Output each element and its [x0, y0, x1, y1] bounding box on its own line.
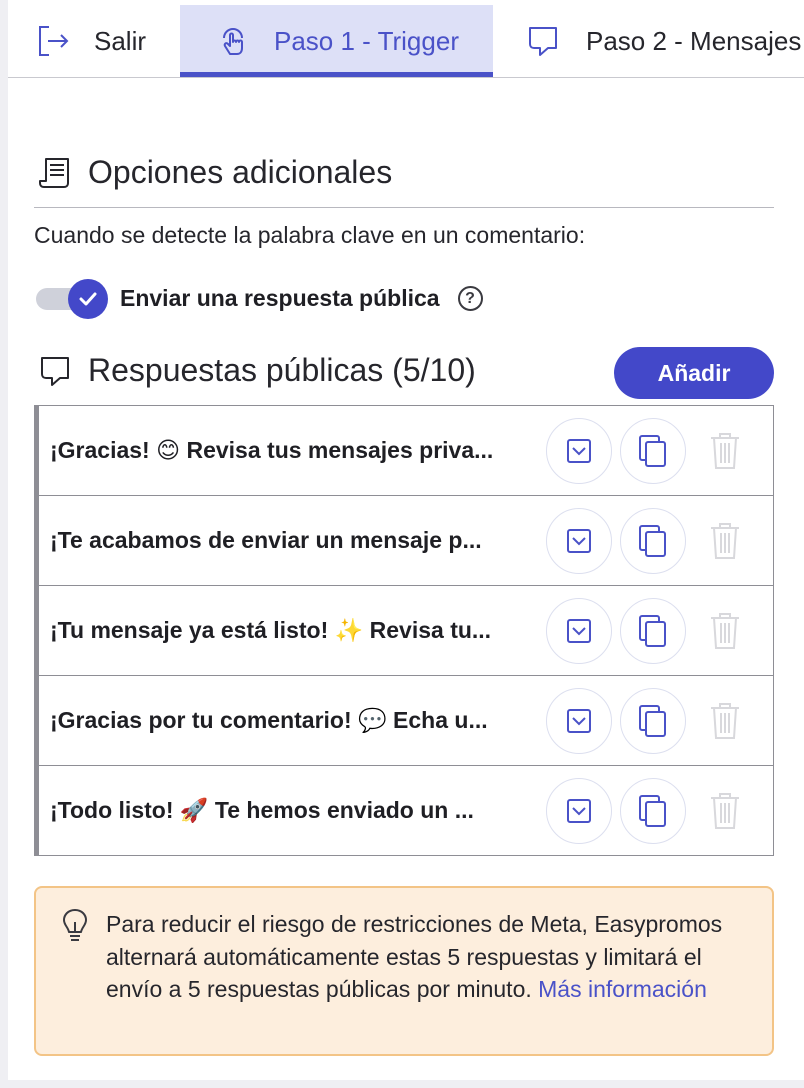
tab-exit[interactable]: Salir — [36, 5, 146, 77]
trash-icon[interactable] — [709, 432, 741, 475]
info-tip-text: Para reducir el riesgo de restricciones … — [106, 908, 756, 1006]
expand-button[interactable] — [546, 418, 612, 484]
trash-icon[interactable] — [709, 522, 741, 565]
expand-icon — [567, 709, 591, 733]
response-row[interactable]: ¡Gracias! 😊 Revisa tus mensajes priva... — [39, 406, 773, 496]
exit-icon — [39, 26, 69, 56]
trash-icon[interactable] — [709, 702, 741, 745]
copy-icon — [639, 615, 666, 647]
trigger-panel: Salir Paso 1 - Trigger Paso 2 - Mensajes… — [8, 0, 804, 1080]
toggle-knob — [68, 278, 108, 319]
expand-icon — [567, 799, 591, 823]
additional-options-heading: Opciones adicionales — [38, 154, 392, 191]
public-responses-title: Respuestas públicas (5/10) — [88, 352, 476, 388]
duplicate-button[interactable] — [620, 688, 686, 754]
trash-icon[interactable] — [709, 792, 741, 835]
responses-list: ¡Gracias! 😊 Revisa tus mensajes priva...… — [34, 405, 774, 856]
copy-icon — [639, 525, 666, 557]
copy-icon — [639, 795, 666, 827]
more-info-link[interactable]: Más información — [538, 976, 707, 1002]
duplicate-button[interactable] — [620, 598, 686, 664]
response-row[interactable]: ¡Gracias por tu comentario! 💬 Echa u... — [39, 676, 773, 766]
tab-messages-label: Paso 2 - Mensajes — [586, 25, 802, 56]
tab-exit-label: Salir — [94, 25, 147, 56]
duplicate-button[interactable] — [620, 418, 686, 484]
response-row[interactable]: ¡Tu mensaje ya está listo! ✨ Revisa tu..… — [39, 586, 773, 676]
expand-button[interactable] — [546, 778, 612, 844]
additional-options-title: Opciones adicionales — [88, 154, 393, 190]
copy-icon — [639, 705, 666, 737]
public-reply-toggle[interactable] — [36, 278, 108, 319]
touch-icon — [223, 28, 243, 55]
lightbulb-icon — [63, 909, 87, 941]
expand-button[interactable] — [546, 598, 612, 664]
public-responses-heading: Respuestas públicas (5/10) — [38, 352, 476, 389]
response-row[interactable]: ¡Todo listo! 🚀 Te hemos enviado un ... — [39, 766, 773, 855]
public-reply-setting: Enviar una respuesta pública ? — [36, 278, 483, 319]
tab-trigger[interactable]: Paso 1 - Trigger — [180, 5, 493, 77]
expand-icon — [567, 439, 591, 463]
response-text: ¡Te acabamos de enviar un mensaje p... — [50, 527, 482, 553]
expand-icon — [567, 619, 591, 643]
chat-bubble-icon — [41, 356, 69, 386]
keyword-description: Cuando se detecte la palabra clave en un… — [34, 222, 586, 248]
document-list-icon — [39, 157, 69, 188]
step-tabs: Salir Paso 1 - Trigger Paso 2 - Mensajes — [8, 0, 804, 78]
response-text: ¡Tu mensaje ya está listo! ✨ Revisa tu..… — [50, 617, 492, 643]
chat-bubble-icon — [529, 27, 557, 56]
response-text: ¡Todo listo! 🚀 Te hemos enviado un ... — [50, 797, 474, 823]
response-row[interactable]: ¡Te acabamos de enviar un mensaje p... — [39, 496, 773, 586]
copy-icon — [639, 435, 666, 467]
response-text: ¡Gracias! 😊 Revisa tus mensajes priva... — [50, 437, 494, 463]
info-tip: Para reducir el riesgo de restricciones … — [34, 886, 774, 1056]
help-icon[interactable]: ? — [457, 286, 483, 311]
expand-button[interactable] — [546, 688, 612, 754]
tab-messages[interactable]: Paso 2 - Mensajes — [526, 5, 801, 77]
add-response-button[interactable]: Añadir — [614, 347, 774, 399]
expand-button[interactable] — [546, 508, 612, 574]
expand-icon — [567, 529, 591, 553]
duplicate-button[interactable] — [620, 778, 686, 844]
response-text: ¡Gracias por tu comentario! 💬 Echa u... — [50, 707, 488, 733]
check-icon — [79, 292, 97, 305]
duplicate-button[interactable] — [620, 508, 686, 574]
trash-icon[interactable] — [709, 612, 741, 655]
section-divider — [34, 207, 774, 208]
tab-trigger-label: Paso 1 - Trigger — [274, 25, 459, 56]
public-reply-label: Enviar una respuesta pública — [120, 285, 440, 311]
